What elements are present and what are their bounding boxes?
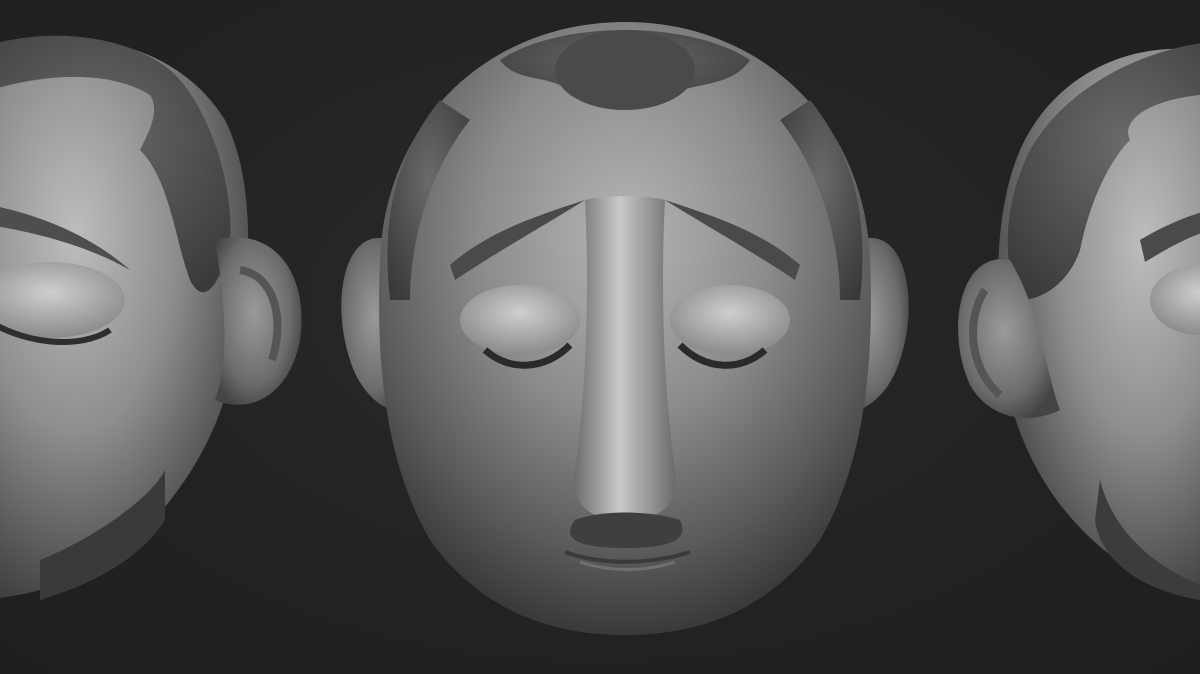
sculpt-render (0, 22, 1200, 635)
head-front-view (341, 22, 909, 635)
sculpt-viewport (0, 0, 1200, 674)
head-right-view (958, 43, 1200, 600)
head-left-view (0, 35, 302, 600)
